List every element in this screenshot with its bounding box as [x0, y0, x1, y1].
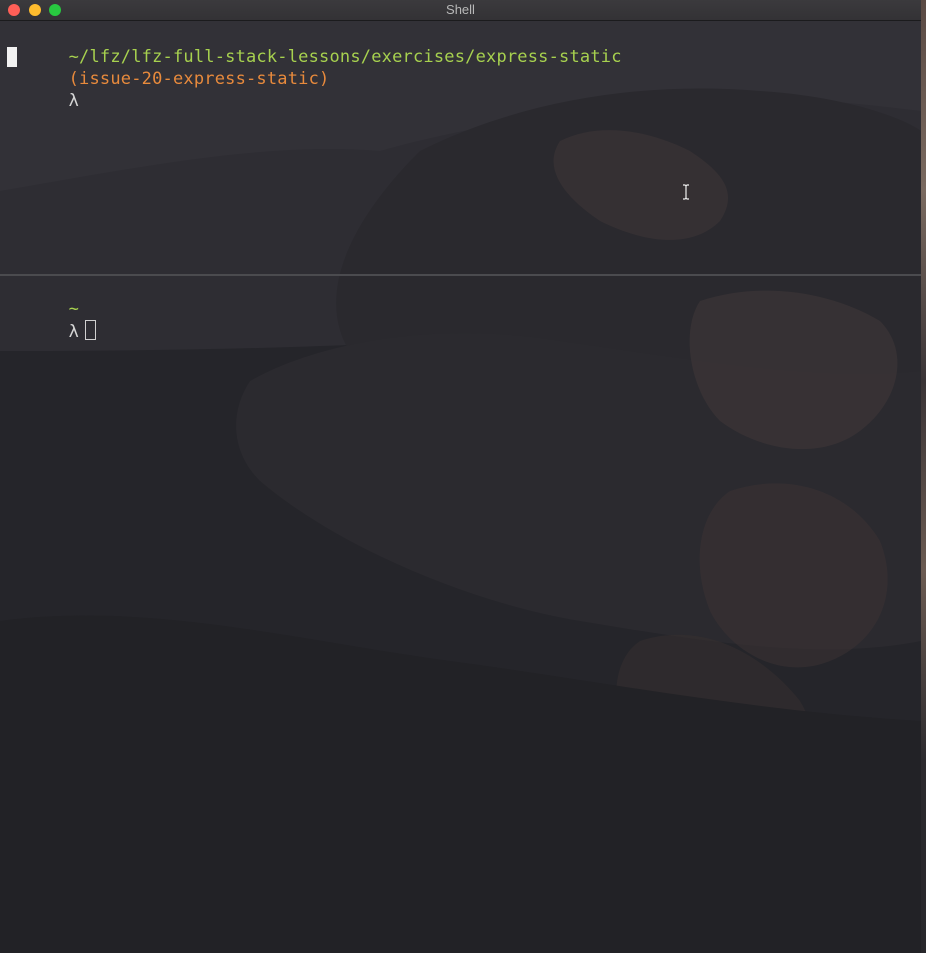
prompt-path-bottom: ~: [68, 299, 80, 319]
terminal-pane-bottom[interactable]: ~ λ: [0, 276, 921, 953]
title-bar: Shell: [0, 0, 921, 21]
desktop-edge: [921, 0, 926, 953]
terminal-window: Shell ~/lfz/lfz-full-stack-lessons/exerc…: [0, 0, 921, 953]
terminal-cursor: [7, 47, 17, 67]
prompt-line: ~/lfz/lfz-full-stack-lessons/exercises/e…: [6, 24, 622, 134]
prompt-symbol-bottom: λ: [68, 322, 80, 342]
prompt-line-bottom: ~ λ: [6, 276, 97, 365]
git-branch: (issue-20-express-static): [68, 69, 330, 89]
terminal-cursor-inactive: [85, 320, 97, 340]
prompt-path: ~/lfz/lfz-full-stack-lessons/exercises/e…: [68, 47, 622, 67]
terminal-pane-top[interactable]: ~/lfz/lfz-full-stack-lessons/exercises/e…: [0, 21, 921, 274]
prompt-symbol: λ: [68, 91, 80, 111]
window-title: Shell: [446, 2, 475, 17]
i-beam-cursor-icon: [683, 184, 689, 200]
